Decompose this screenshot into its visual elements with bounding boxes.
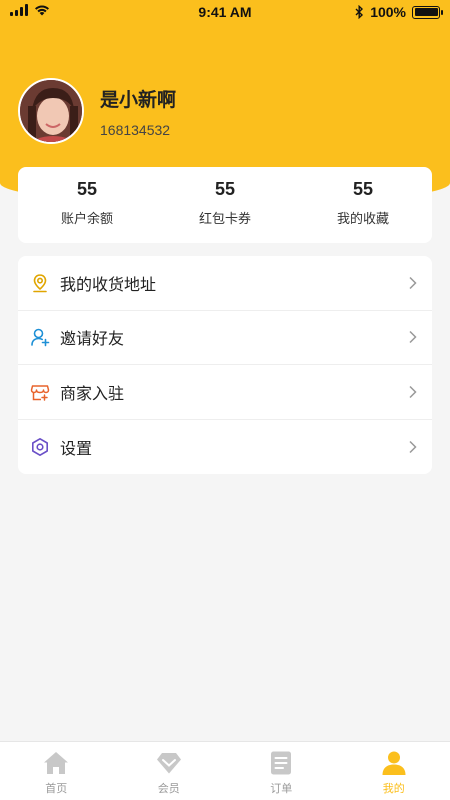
tab-label: 订单 bbox=[270, 783, 293, 795]
store-icon bbox=[30, 382, 50, 402]
tab-member[interactable]: 会员 bbox=[113, 742, 226, 800]
menu-item-address[interactable]: 我的收货地址 bbox=[18, 256, 432, 311]
menu-item-settings[interactable]: 设置 bbox=[18, 420, 432, 475]
stat-label: 账户余额 bbox=[60, 211, 113, 226]
user-icon bbox=[382, 751, 406, 775]
status-right: 100% bbox=[355, 4, 443, 20]
battery-icon bbox=[412, 5, 443, 19]
menu-label: 商家入驻 bbox=[60, 385, 125, 403]
stat-account-balance[interactable]: 55 账户余额 bbox=[18, 167, 156, 243]
menu-label: 设置 bbox=[60, 440, 93, 458]
menu-item-merchant[interactable]: 商家入驻 bbox=[18, 365, 432, 420]
home-icon bbox=[44, 752, 69, 774]
add-user-icon bbox=[30, 327, 50, 347]
tab-home[interactable]: 首页 bbox=[0, 742, 113, 800]
location-pin-icon bbox=[30, 273, 50, 293]
stat-coupons[interactable]: 55 红包卡券 bbox=[156, 167, 294, 243]
chevron-right-icon bbox=[409, 440, 417, 453]
user-name: 是小新啊 bbox=[100, 89, 177, 111]
stat-label: 红包卡券 bbox=[198, 211, 251, 226]
menu-card: 我的收货地址 邀请好友 商家入驻 设置 bbox=[18, 256, 432, 474]
tab-label: 我的 bbox=[382, 783, 405, 795]
avatar[interactable] bbox=[18, 78, 84, 144]
order-list-icon bbox=[271, 751, 292, 775]
menu-label: 我的收货地址 bbox=[60, 276, 157, 294]
stats-card: 55 账户余额 55 红包卡券 55 我的收藏 bbox=[18, 167, 432, 243]
tab-label: 会员 bbox=[157, 783, 180, 795]
settings-hexagon-icon bbox=[30, 437, 50, 457]
stat-value: 55 bbox=[76, 179, 98, 199]
profile-section[interactable]: 是小新啊 168134532 bbox=[18, 78, 176, 144]
tab-orders[interactable]: 订单 bbox=[225, 742, 338, 800]
stat-favorites[interactable]: 55 我的收藏 bbox=[294, 167, 432, 243]
battery-percent: 100% bbox=[370, 4, 406, 20]
tab-label: 首页 bbox=[45, 783, 68, 795]
stat-value: 55 bbox=[352, 179, 374, 199]
user-id: 168134532 bbox=[100, 121, 171, 138]
diamond-icon bbox=[156, 753, 181, 774]
tab-bar: 首页 会员 订单 我的 bbox=[0, 741, 450, 800]
profile-info: 是小新啊 168134532 bbox=[100, 85, 176, 138]
bluetooth-icon bbox=[355, 5, 364, 19]
menu-label: 邀请好友 bbox=[60, 331, 125, 349]
tab-mine[interactable]: 我的 bbox=[338, 742, 450, 800]
chevron-right-icon bbox=[409, 331, 417, 344]
status-bar: 9:41 AM 100% bbox=[0, 0, 450, 24]
menu-item-invite[interactable]: 邀请好友 bbox=[18, 311, 432, 365]
chevron-right-icon bbox=[409, 276, 417, 289]
stat-value: 55 bbox=[214, 179, 236, 199]
stat-label: 我的收藏 bbox=[336, 211, 389, 226]
chevron-right-icon bbox=[409, 385, 417, 398]
